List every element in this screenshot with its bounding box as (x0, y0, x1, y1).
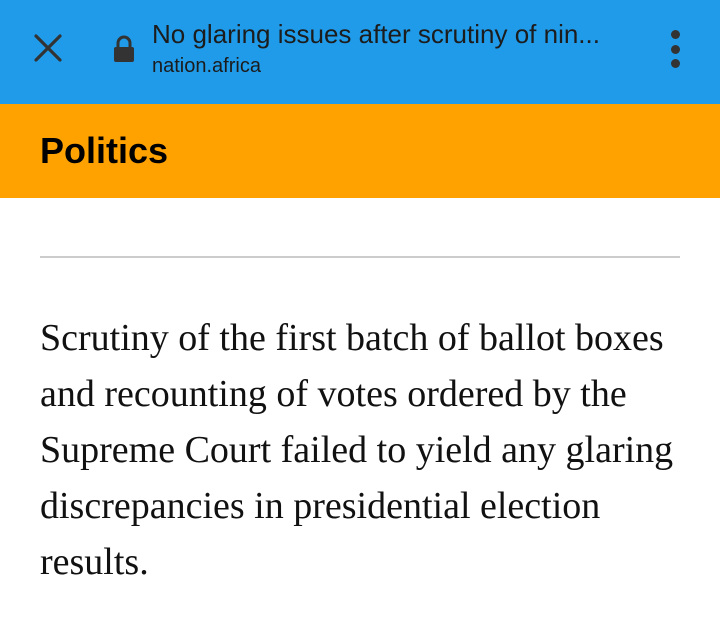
page-title: No glaring issues after scrutiny of nin.… (152, 19, 600, 49)
section-header: Politics (0, 104, 720, 198)
more-vert-icon (670, 30, 680, 39)
page-url: nation.africa (152, 55, 261, 77)
page-info[interactable]: No glaring issues after scrutiny of nin.… (152, 18, 632, 78)
section-label[interactable]: Politics (40, 128, 168, 174)
close-icon (34, 34, 62, 62)
divider (40, 256, 680, 258)
lock-icon (114, 35, 134, 62)
article-content: Scrutiny of the first batch of ballot bo… (0, 198, 720, 619)
close-button[interactable] (28, 28, 68, 68)
more-options-button[interactable] (660, 26, 690, 72)
article-lead: Scrutiny of the first batch of ballot bo… (40, 317, 674, 583)
browser-toolbar: No glaring issues after scrutiny of nin.… (0, 0, 720, 104)
